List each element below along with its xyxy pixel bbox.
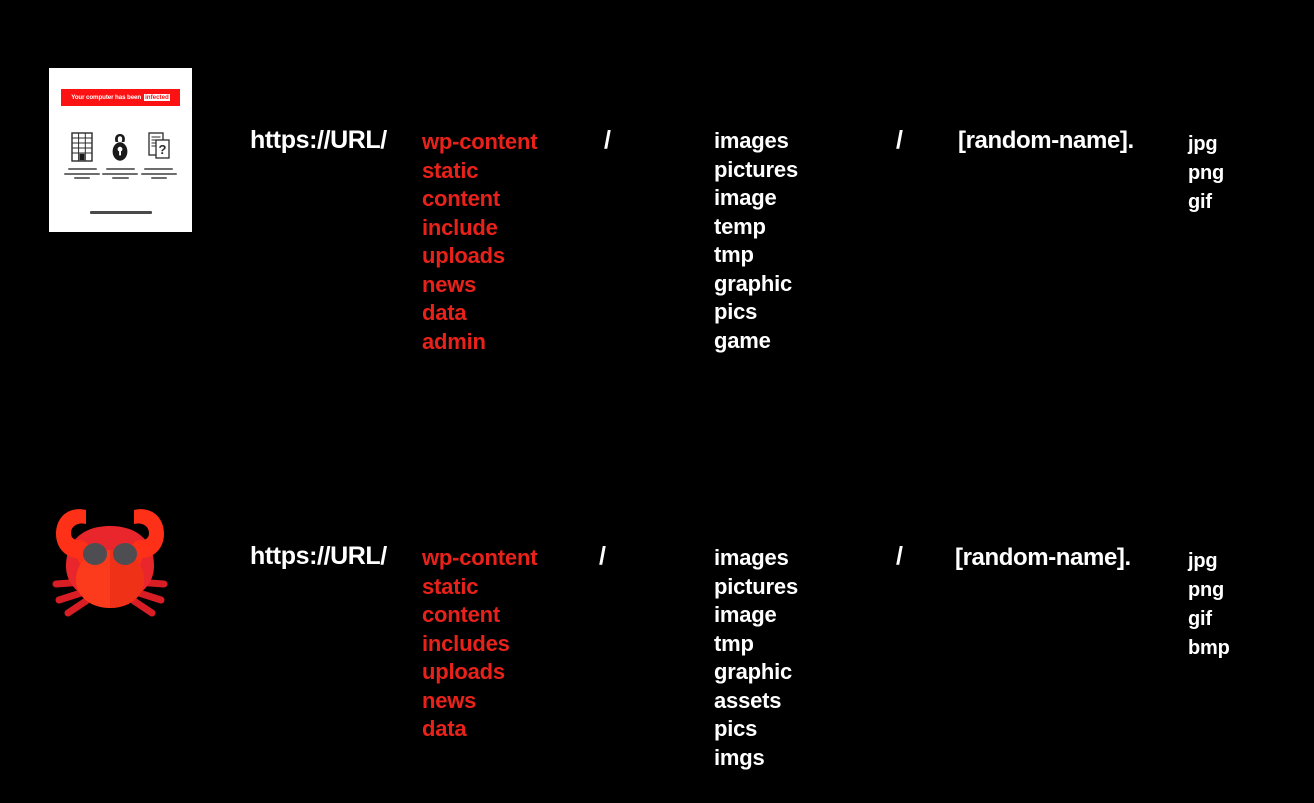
url-filename-column-row-1: [random-name]. (958, 127, 1134, 156)
url-extension-option: jpg (1188, 550, 1218, 572)
url-path-column-row-2: wp-content static content includes uploa… (422, 544, 538, 744)
url-directory-option: tmp (714, 242, 754, 267)
url-path-option: uploads (422, 243, 505, 268)
url-extension-option: png (1188, 579, 1225, 601)
url-directory-option: graphic (714, 270, 793, 296)
url-separator-2-row-1: / (896, 126, 903, 155)
url-path-option: include (422, 214, 498, 240)
encrypted-files-icon (70, 132, 94, 162)
url-path-option: news (422, 271, 477, 297)
url-separator: / (896, 542, 903, 570)
url-directory-column-row-2: images pictures image tmp graphic assets… (714, 544, 798, 772)
url-path-option: data (422, 300, 467, 325)
url-path-option: content (422, 602, 501, 627)
help-document-caption (140, 168, 177, 179)
url-separator: / (896, 126, 903, 154)
ransom-note-banner-emphasis: infected (144, 94, 170, 101)
url-separator: / (599, 542, 606, 570)
ransom-note-footer-text (57, 211, 184, 214)
url-path-column-row-1: wp-content static content include upload… (422, 128, 538, 356)
url-path-option: uploads (422, 659, 505, 684)
url-separator-1-row-2: / (599, 542, 606, 571)
url-pattern-row-2: https://URL/ wp-content static content i… (0, 401, 1314, 803)
url-directory-option: pictures (714, 156, 798, 182)
svg-text:?: ? (158, 142, 166, 157)
url-filename-column-row-2: [random-name]. (955, 544, 1131, 573)
url-directory-option: images (714, 128, 789, 153)
url-directory-option: pics (714, 299, 758, 324)
url-path-option: news (422, 687, 477, 713)
url-filename: [random-name]. (955, 544, 1131, 571)
url-directory-option: graphic (714, 659, 793, 684)
ransom-note-banner-text: Your computer has been (71, 93, 142, 102)
diagram-canvas: Your computer has been infected ? https:… (0, 0, 1314, 803)
url-extension-option: gif (1188, 608, 1212, 630)
url-directory-option: temp (714, 213, 766, 239)
url-extension-option: gif (1188, 191, 1212, 213)
url-separator-1-row-1: / (604, 126, 611, 155)
url-path-option: static (422, 573, 479, 599)
url-path-option: wp-content (422, 545, 538, 570)
url-extension-column-row-1: jpg png gif (1188, 130, 1224, 217)
ransom-note-icon-strip: ? (57, 132, 184, 179)
url-host: https://URL/ (250, 126, 387, 154)
url-directory-option: images (714, 545, 789, 570)
url-extension-option: jpg (1188, 133, 1218, 155)
url-directory-option: tmp (714, 630, 754, 656)
url-separator-2-row-2: / (896, 542, 903, 571)
url-path-option: content (422, 186, 501, 211)
url-directory-option: image (714, 185, 777, 210)
url-directory-option: pics (714, 716, 758, 741)
lock-key-icon (108, 132, 132, 162)
url-extension-column-row-2: jpg png gif bmp (1188, 547, 1230, 663)
ransom-note-item-help-document: ? (140, 132, 177, 179)
url-separator: / (604, 126, 611, 154)
url-host-column-row-1: https://URL/ (250, 126, 387, 155)
url-path-option: wp-content (422, 129, 538, 154)
ransom-note-banner: Your computer has been infected (61, 89, 180, 106)
url-path-option: static (422, 157, 479, 183)
url-path-option: includes (422, 630, 510, 656)
url-extension-option: png (1188, 162, 1225, 184)
url-pattern-row-1: Your computer has been infected ? https:… (0, 0, 1314, 402)
document-question-icon: ? (146, 132, 172, 162)
url-host: https://URL/ (250, 542, 387, 570)
url-host-column-row-2: https://URL/ (250, 542, 387, 571)
url-directory-option: assets (714, 687, 782, 713)
ransom-note-thumbnail: Your computer has been infected ? (49, 68, 192, 232)
url-path-option: data (422, 716, 467, 741)
ransom-note-item-encrypted-files (64, 132, 101, 179)
url-directory-option: imgs (714, 744, 765, 770)
url-path-option: admin (422, 328, 486, 354)
encrypted-files-caption (64, 168, 101, 179)
url-filename: [random-name]. (958, 127, 1134, 154)
ransom-note-item-decryption-key (102, 132, 139, 179)
url-directory-option: pictures (714, 573, 798, 599)
url-directory-option: image (714, 602, 777, 627)
url-directory-column-row-1: images pictures image temp tmp graphic p… (714, 127, 798, 355)
url-extension-option: bmp (1188, 637, 1230, 659)
decryption-key-caption (102, 168, 139, 179)
crab-icon (46, 496, 174, 620)
url-directory-option: game (714, 327, 771, 353)
